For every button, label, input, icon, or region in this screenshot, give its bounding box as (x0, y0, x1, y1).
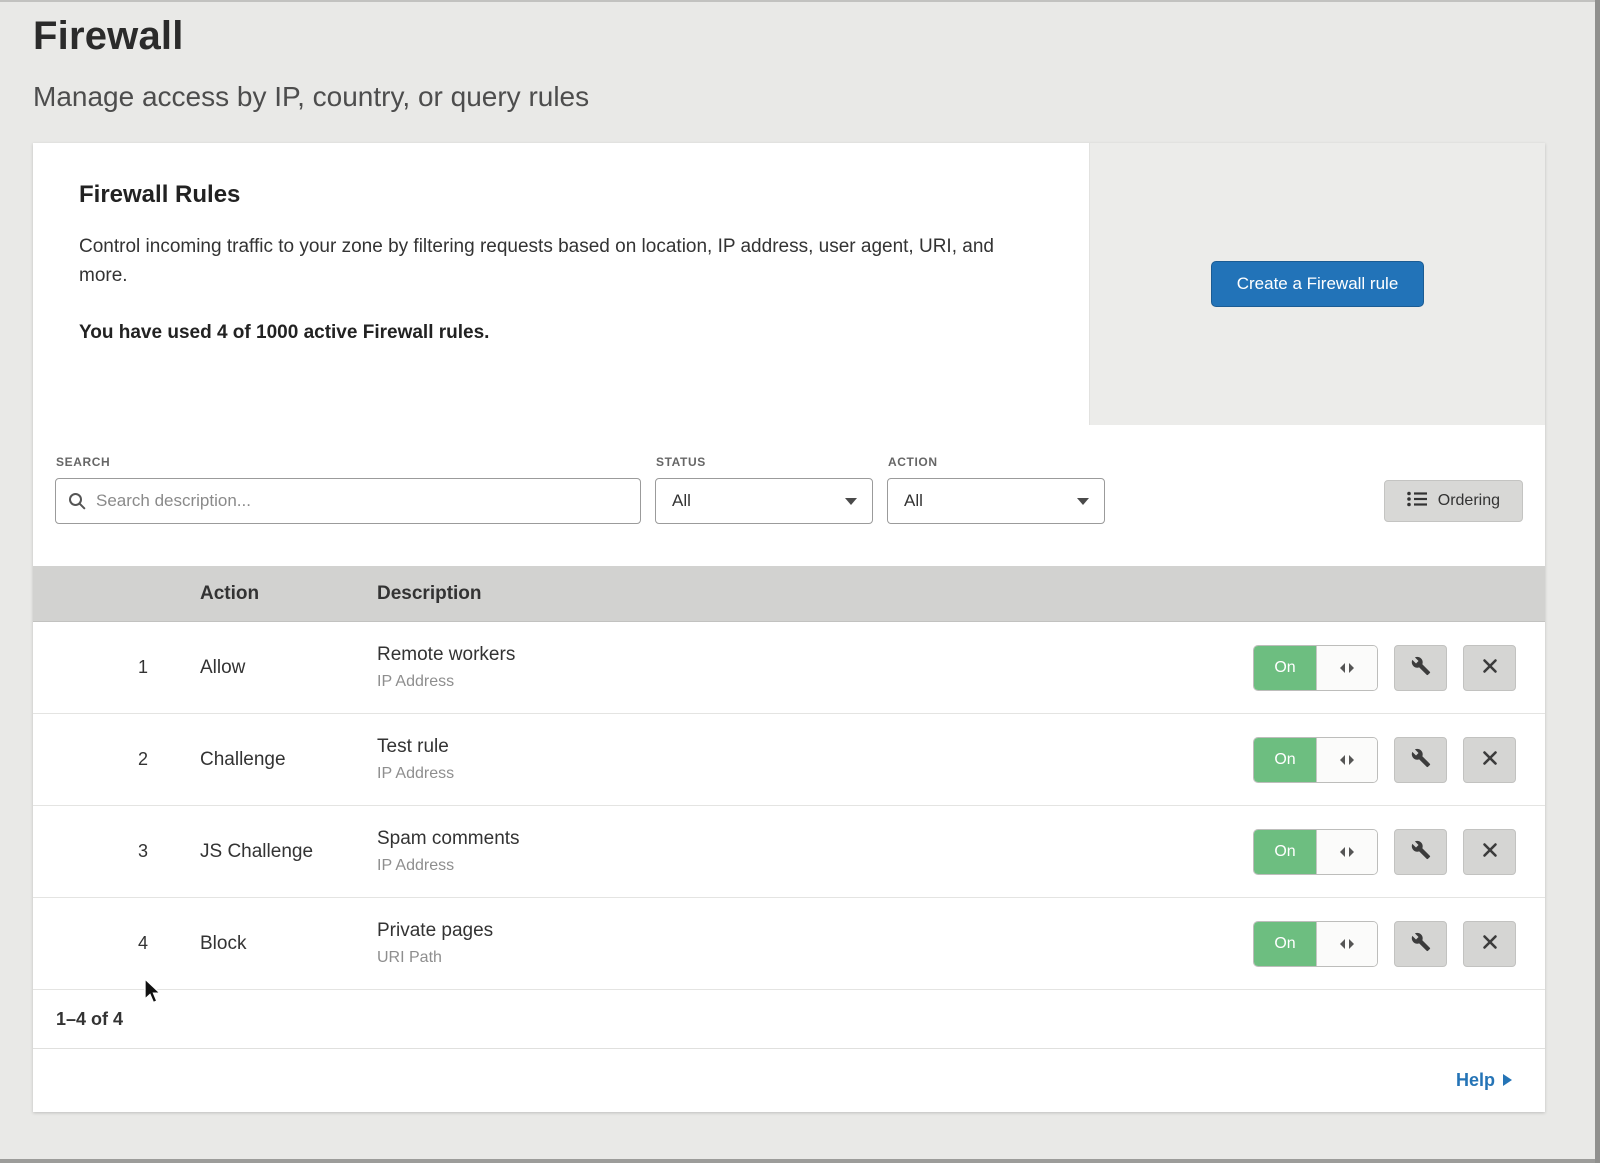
pagination-summary: 1–4 of 4 (33, 990, 1545, 1049)
delete-rule-button[interactable] (1463, 921, 1516, 967)
toggle-arrows-icon[interactable] (1316, 738, 1377, 782)
help-link[interactable]: Help (1456, 1070, 1512, 1091)
status-select-value: All (672, 491, 691, 511)
close-icon (1482, 842, 1498, 861)
table-row: 2 Challenge Test rule IP Address On (33, 714, 1545, 806)
help-arrow-icon (1503, 1070, 1512, 1091)
edit-rule-button[interactable] (1394, 921, 1447, 967)
status-filter: STATUS All (655, 455, 873, 524)
rules-card-description: Control incoming traffic to your zone by… (79, 233, 1029, 290)
rule-description-title: Test rule (377, 736, 1252, 758)
rule-description: Private pages URI Path (377, 920, 1252, 967)
wrench-icon (1411, 932, 1431, 955)
help-link-label: Help (1456, 1070, 1495, 1091)
close-icon (1482, 658, 1498, 677)
toggle-arrows-icon[interactable] (1316, 646, 1377, 690)
rule-action: Block (200, 933, 377, 955)
card-footer: Help (33, 1049, 1545, 1112)
ordering-icon (1407, 491, 1427, 512)
rule-controls: On (1252, 645, 1545, 691)
create-firewall-rule-button[interactable]: Create a Firewall rule (1211, 261, 1425, 307)
rule-action: JS Challenge (200, 841, 377, 863)
rule-description: Spam comments IP Address (377, 828, 1252, 875)
table-row: 3 JS Challenge Spam comments IP Address … (33, 806, 1545, 898)
rule-match-type: IP Address (377, 857, 1252, 875)
rules-summary-section: Firewall Rules Control incoming traffic … (33, 143, 1545, 425)
wrench-icon (1411, 840, 1431, 863)
create-rule-panel: Create a Firewall rule (1089, 143, 1545, 425)
rule-description: Test rule IP Address (377, 736, 1252, 783)
table-header: Action Description (33, 566, 1545, 622)
chevron-down-icon (1076, 491, 1090, 511)
firewall-rules-card: Firewall Rules Control incoming traffic … (33, 143, 1545, 1112)
column-header-description: Description (377, 583, 1252, 605)
wrench-icon (1411, 748, 1431, 771)
ordering-button-label: Ordering (1438, 492, 1500, 510)
wrench-icon (1411, 656, 1431, 679)
delete-rule-button[interactable] (1463, 829, 1516, 875)
search-input[interactable] (55, 478, 641, 524)
toggle-on-label[interactable]: On (1254, 646, 1316, 690)
toggle-arrows-icon[interactable] (1316, 830, 1377, 874)
edit-rule-button[interactable] (1394, 645, 1447, 691)
status-label: STATUS (656, 455, 873, 469)
rule-match-type: IP Address (377, 673, 1252, 691)
action-filter: ACTION All (887, 455, 1105, 524)
toggle-on-label[interactable]: On (1254, 922, 1316, 966)
rules-summary-text: Firewall Rules Control incoming traffic … (33, 143, 1089, 425)
rule-action: Allow (200, 657, 377, 679)
delete-rule-button[interactable] (1463, 645, 1516, 691)
toggle-on-label[interactable]: On (1254, 738, 1316, 782)
search-label: SEARCH (56, 455, 641, 469)
rules-card-title: Firewall Rules (79, 181, 1043, 209)
rule-toggle[interactable]: On (1253, 645, 1378, 691)
rule-controls: On (1252, 921, 1545, 967)
page-title: Firewall (33, 14, 1600, 59)
rule-match-type: IP Address (377, 765, 1252, 783)
rule-number: 2 (33, 749, 200, 770)
delete-rule-button[interactable] (1463, 737, 1516, 783)
rule-toggle[interactable]: On (1253, 829, 1378, 875)
rule-toggle[interactable]: On (1253, 921, 1378, 967)
rule-controls: On (1252, 829, 1545, 875)
edit-rule-button[interactable] (1394, 737, 1447, 783)
rule-description-title: Spam comments (377, 828, 1252, 850)
ordering-button[interactable]: Ordering (1384, 480, 1523, 522)
filters-bar: SEARCH STATUS All ACTION All (33, 425, 1545, 566)
search-icon (68, 492, 86, 515)
rule-number: 3 (33, 841, 200, 862)
status-select[interactable]: All (655, 478, 873, 524)
column-header-action: Action (200, 583, 377, 605)
action-label: ACTION (888, 455, 1105, 469)
page-header: Firewall Manage access by IP, country, o… (0, 0, 1600, 113)
rule-action: Challenge (200, 749, 377, 771)
close-icon (1482, 934, 1498, 953)
toggle-on-label[interactable]: On (1254, 830, 1316, 874)
rule-description-title: Private pages (377, 920, 1252, 942)
edit-rule-button[interactable] (1394, 829, 1447, 875)
table-row: 1 Allow Remote workers IP Address On (33, 622, 1545, 714)
page-subtitle: Manage access by IP, country, or query r… (33, 81, 1600, 113)
rule-description: Remote workers IP Address (377, 644, 1252, 691)
toggle-arrows-icon[interactable] (1316, 922, 1377, 966)
search-filter: SEARCH (55, 455, 641, 524)
table-row: 4 Block Private pages URI Path On (33, 898, 1545, 990)
rule-number: 4 (33, 933, 200, 954)
chevron-down-icon (844, 491, 858, 511)
rule-toggle[interactable]: On (1253, 737, 1378, 783)
rule-description-title: Remote workers (377, 644, 1252, 666)
action-select-value: All (904, 491, 923, 511)
rule-match-type: URI Path (377, 949, 1252, 967)
close-icon (1482, 750, 1498, 769)
rules-usage-count: You have used 4 of 1000 active Firewall … (79, 322, 1043, 344)
action-select[interactable]: All (887, 478, 1105, 524)
rule-controls: On (1252, 737, 1545, 783)
rule-number: 1 (33, 657, 200, 678)
